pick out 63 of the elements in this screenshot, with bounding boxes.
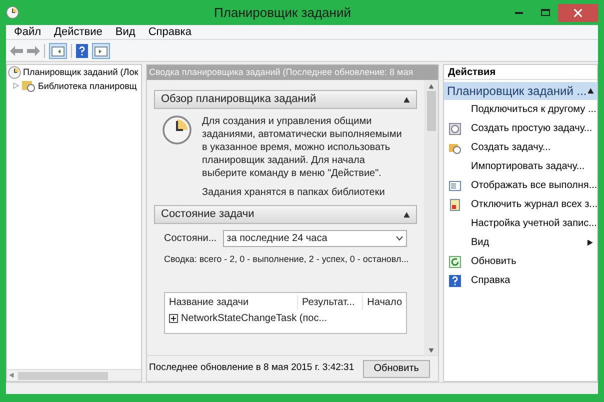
horizontal-scrollbar[interactable] <box>7 369 141 381</box>
collapse-arrow-icon[interactable] <box>404 96 410 102</box>
action-item[interactable]: Обновить <box>444 252 597 271</box>
section-header[interactable]: Состояние задачи <box>154 205 417 224</box>
actions-group-header[interactable]: Планировщик заданий ... <box>444 82 597 100</box>
help-icon[interactable] <box>76 44 88 58</box>
period-dropdown[interactable]: за последние 24 часа <box>222 230 407 247</box>
back-arrow-icon[interactable] <box>10 46 23 56</box>
summary-header: Сводка планировщика заданий (Последнее обновление: 8 мая <box>147 65 438 80</box>
journal-icon <box>449 198 461 210</box>
overview-text: Задания хранятся в папках библиотеки <box>202 186 386 199</box>
dropdown-caret-icon <box>396 236 403 241</box>
overview-text: Для создания и управления общими заданиями, автоматически выполняемыми в указанное время, можно использовать планировщик заданий. Для начала выберите команду в меню "Действие". <box>202 115 403 180</box>
column-header[interactable]: Название задачи <box>165 294 298 310</box>
folder-clock-icon <box>22 80 35 92</box>
clock-icon <box>449 122 461 134</box>
collapse-arrow-icon[interactable] <box>588 88 594 94</box>
scrollbar-thumb[interactable] <box>18 372 108 380</box>
action-item[interactable]: Создать простую задачу... <box>444 119 597 138</box>
status-summary-text: Сводка: всего - 2, 0 - выполнение, 2 - успех, 0 - остановл... <box>164 253 409 265</box>
menu-item[interactable]: Действие <box>54 24 102 40</box>
panel-toggle-icon[interactable] <box>49 42 67 58</box>
action-item[interactable]: Отображать все выполня... <box>444 176 597 195</box>
close-button[interactable] <box>558 4 598 22</box>
close-icon <box>574 8 582 16</box>
list-window-icon <box>449 180 461 192</box>
panel-toggle-icon[interactable] <box>92 42 110 58</box>
collapse-arrow-icon[interactable] <box>404 212 410 218</box>
scrollbar-thumb[interactable] <box>426 91 436 131</box>
help-icon <box>449 274 461 286</box>
tree-item[interactable]: Библиотека планировщ <box>7 80 141 93</box>
section-header[interactable]: Обзор планировщика заданий <box>154 90 417 109</box>
action-item[interactable]: Подключиться к другому ... <box>444 100 597 119</box>
window-title: Планировщик заданий <box>213 4 352 22</box>
action-item[interactable]: Создать задачу... <box>444 138 597 157</box>
vertical-scrollbar[interactable] <box>424 80 438 355</box>
scroll-left-arrow-icon[interactable] <box>9 373 14 378</box>
clock-icon <box>6 6 19 19</box>
action-item[interactable]: Вид <box>444 233 597 252</box>
menu-item[interactable]: Вид <box>115 24 136 40</box>
last-update-text: Последнее обновление в 8 мая 2015 г. 3:42:31 <box>149 361 354 376</box>
filter-label: Состояни... <box>164 232 217 246</box>
action-item[interactable]: Импортировать задачу... <box>444 157 597 176</box>
forward-arrow-icon[interactable] <box>27 46 40 56</box>
column-header[interactable]: Начало <box>362 294 406 310</box>
menu-item[interactable]: Файл <box>14 24 42 40</box>
submenu-arrow-icon[interactable] <box>587 240 593 246</box>
folder-clock-icon <box>449 142 461 154</box>
scroll-up-arrow-icon[interactable] <box>428 84 434 89</box>
expand-triangle-icon[interactable] <box>13 83 19 90</box>
table-cell-text: NetworkStateChangeTask (пос... <box>181 312 328 326</box>
action-item[interactable]: Справка <box>444 271 597 290</box>
action-item[interactable]: Настройка учетной запис... <box>444 214 597 233</box>
menu-item[interactable]: Справка <box>148 24 192 40</box>
refresh-button[interactable]: Обновить <box>362 360 430 378</box>
clock-icon <box>162 115 192 145</box>
actions-title: Действия <box>444 65 597 80</box>
tree-item[interactable]: Планировщик заданий (Лок <box>7 66 141 80</box>
action-item[interactable]: Отключить журнал всех з... <box>444 195 597 214</box>
column-header[interactable]: Результат... <box>297 294 362 310</box>
scroll-down-arrow-icon[interactable] <box>428 348 434 353</box>
refresh-icon <box>449 256 461 268</box>
expand-box-icon[interactable] <box>169 314 178 323</box>
